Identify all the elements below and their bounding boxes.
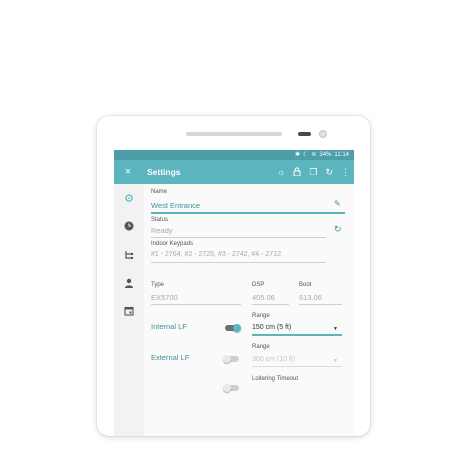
range-select[interactable]: 150 cm (5 ft) xyxy=(252,324,291,331)
type-value: EX5700 xyxy=(151,293,178,302)
wifi-icon: ≋ xyxy=(311,152,317,158)
keypads-underline xyxy=(151,262,326,263)
range-underline-2 xyxy=(252,366,342,367)
more-icon[interactable]: ⋮ xyxy=(341,167,350,178)
loitering-timeout-label: Loitering Timeout xyxy=(252,376,299,382)
edit-icon[interactable]: ✎ xyxy=(334,199,341,208)
dsp-value: 405.06 xyxy=(252,293,275,302)
boot-underline xyxy=(299,304,342,305)
partial-toggle[interactable] xyxy=(223,384,239,392)
status-underline xyxy=(151,237,326,238)
sidebar: ⚙ xyxy=(114,184,144,436)
dsp-underline xyxy=(252,304,289,305)
chevron-down-icon[interactable]: ▼ xyxy=(333,326,338,332)
range-select-2[interactable]: 300 cm (10 ft) xyxy=(252,356,295,363)
external-lf-label: External LF xyxy=(151,353,190,362)
copy-icon[interactable]: ❐ xyxy=(309,167,317,178)
type-label: Type xyxy=(151,282,165,288)
status-value: Ready xyxy=(151,226,173,235)
battery-level: 34% xyxy=(319,152,332,158)
internal-lf-label: Internal LF xyxy=(151,322,187,331)
clock-time: 11:14 xyxy=(334,152,349,158)
settings-form: Name West Entrance ✎ Status Ready ↻ Indo… xyxy=(144,184,354,436)
calendar-icon[interactable] xyxy=(122,306,136,320)
close-icon[interactable]: × xyxy=(114,166,142,178)
app-screen: ✱ ☾ ≋ 34% 11:14 × Settings ☼ ❐ ↻ ⋮ ⚙ Nam… xyxy=(114,150,354,436)
boot-value: 613.06 xyxy=(299,293,322,302)
app-bar-actions: ☼ ❐ ↻ ⋮ xyxy=(277,160,350,184)
brightness-icon[interactable]: ☼ xyxy=(277,167,285,177)
dsp-label: DSP xyxy=(252,282,265,288)
proximity-sensor xyxy=(298,132,311,136)
status-label: Status xyxy=(151,217,169,223)
app-bar: × Settings ☼ ❐ ↻ ⋮ xyxy=(114,160,354,184)
external-lf-toggle[interactable] xyxy=(223,355,239,363)
chevron-down-icon[interactable]: ▼ xyxy=(333,358,338,364)
toggle-knob xyxy=(223,384,231,392)
lock-icon[interactable] xyxy=(293,166,301,178)
bluetooth-icon: ✱ xyxy=(294,152,300,158)
indoor-keypads-value: #1 - 2764, #2 - 2725, #3 - 2742, #4 - 27… xyxy=(151,251,281,258)
range-label-2: Range xyxy=(252,344,270,350)
person-icon[interactable] xyxy=(122,278,136,292)
speaker-grille xyxy=(186,132,282,136)
clock-icon[interactable] xyxy=(122,221,136,235)
toggle-knob xyxy=(233,324,241,332)
front-camera xyxy=(319,130,327,138)
name-field[interactable]: West Entrance xyxy=(151,201,200,210)
internal-lf-toggle[interactable] xyxy=(225,324,241,332)
range-underline xyxy=(252,334,342,336)
boot-label: Boot xyxy=(299,282,312,288)
refresh-icon[interactable]: ↻ xyxy=(325,167,333,178)
indoor-keypads-label: Indoor Keypads xyxy=(151,241,194,247)
status-bar: ✱ ☾ ≋ 34% 11:14 xyxy=(114,150,354,160)
toggle-knob xyxy=(223,355,231,363)
name-label: Name xyxy=(151,189,168,195)
tablet-device: ✱ ☾ ≋ 34% 11:14 × Settings ☼ ❐ ↻ ⋮ ⚙ Nam… xyxy=(97,116,370,436)
refresh-status-icon[interactable]: ↻ xyxy=(334,224,342,235)
moon-icon: ☾ xyxy=(302,152,309,158)
gear-icon[interactable]: ⚙ xyxy=(122,192,136,206)
range-label: Range xyxy=(252,313,270,319)
name-underline xyxy=(151,212,345,214)
hierarchy-icon[interactable] xyxy=(122,250,136,264)
page-title: Settings xyxy=(147,167,181,177)
type-underline xyxy=(151,304,241,305)
